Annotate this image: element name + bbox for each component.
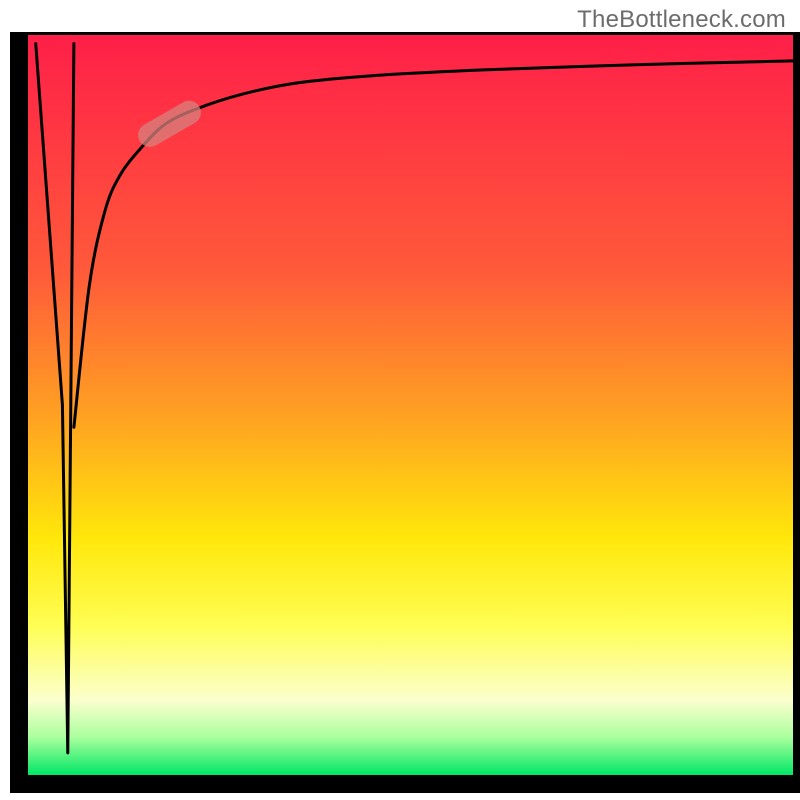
axis-bottom [10, 775, 800, 793]
watermark-text: TheBottleneck.com [577, 6, 786, 34]
axis-right [793, 33, 800, 793]
chart-stage: TheBottleneck.com [0, 0, 800, 800]
axis-left [10, 33, 28, 793]
chart-svg [0, 0, 800, 800]
